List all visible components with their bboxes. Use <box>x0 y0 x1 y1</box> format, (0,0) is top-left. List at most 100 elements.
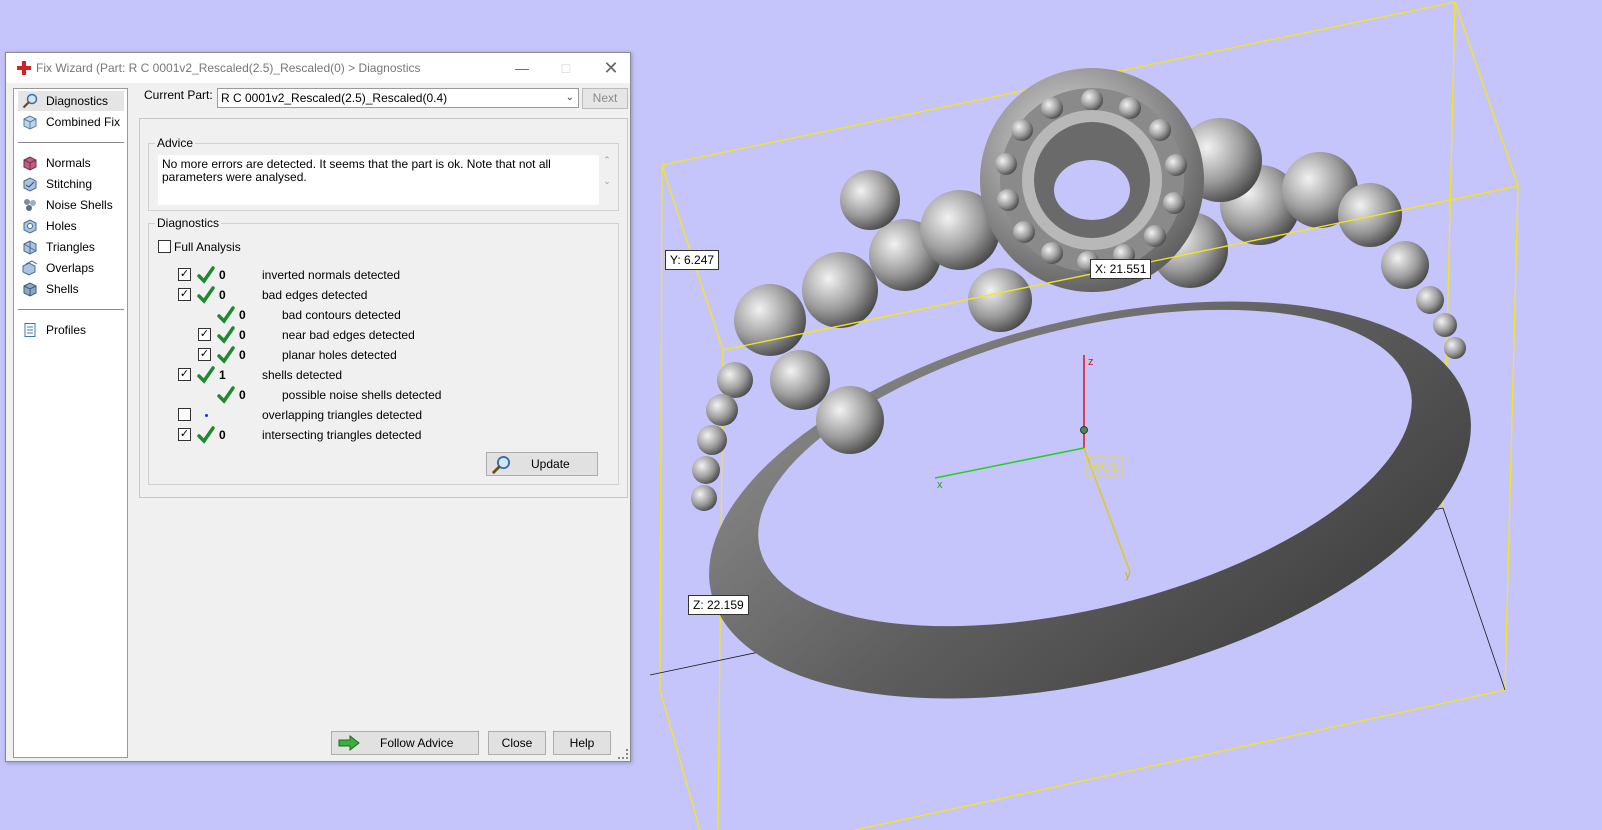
bad-edges-checkbox[interactable]: ✓ <box>178 288 191 301</box>
sidebar-item-noise-shells[interactable]: Noise Shells <box>18 195 124 215</box>
diagnostic-label: planar holes detected <box>282 348 397 362</box>
stitching-icon <box>23 177 37 192</box>
sidebar-item-label: Normals <box>46 156 91 170</box>
diagnostic-count: 0 <box>239 308 246 322</box>
pending-dot-icon <box>205 414 208 417</box>
axis-x-label: x <box>937 479 943 491</box>
current-part-select[interactable]: R C 0001v2_Rescaled(2.5)_Rescaled(0.4) ⌄ <box>217 88 579 108</box>
help-button[interactable]: Help <box>553 731 611 755</box>
sidebar-item-normals[interactable]: Normals <box>18 153 124 173</box>
current-part-value: R C 0001v2_Rescaled(2.5)_Rescaled(0.4) <box>221 91 448 105</box>
current-part-label: Current Part: <box>144 88 213 102</box>
diagnostic-label: inverted normals detected <box>262 268 401 282</box>
diagnostic-count: 0 <box>219 268 226 282</box>
advice-title: Advice <box>155 136 196 150</box>
magnifier-icon <box>22 93 38 109</box>
cube-icon <box>23 115 37 130</box>
check-ok-icon <box>217 326 235 344</box>
advice-scrollbar[interactable]: ⌃ ⌄ <box>600 155 614 205</box>
inverted-normals-checkbox[interactable]: ✓ <box>178 268 191 281</box>
sidebar-divider <box>18 142 124 143</box>
green-arrow-icon <box>338 735 360 751</box>
advice-group: Advice No more errors are detected. It s… <box>148 136 619 211</box>
close-button[interactable]: Close <box>488 731 546 755</box>
diagnostic-label: bad edges detected <box>262 288 368 302</box>
resize-grip-icon[interactable] <box>618 749 628 759</box>
diagnostic-label: possible noise shells detected <box>282 388 442 402</box>
update-button[interactable]: Update <box>486 452 598 476</box>
title-bar[interactable]: Fix Wizard (Part: R C 0001v2_Rescaled(2.… <box>6 53 630 83</box>
diagnostic-count: 0 <box>239 348 246 362</box>
x-dimension-label: X: 21.551 <box>1090 259 1152 279</box>
sidebar-item-profiles[interactable]: Profiles <box>18 320 124 340</box>
y-dimension-label: Y: 6.247 <box>665 250 720 270</box>
window-title: Fix Wizard (Part: R C 0001v2_Rescaled(2.… <box>36 61 421 75</box>
check-ok-icon <box>217 386 235 404</box>
follow-advice-label: Follow Advice <box>380 736 454 750</box>
diagnostics-group: Diagnostics Full Analysis ✓ 0 inverted n… <box>148 216 619 485</box>
check-ok-icon <box>197 286 215 304</box>
sidebar-item-stitching[interactable]: Stitching <box>18 174 124 194</box>
close-icon[interactable]: ✕ <box>591 56 631 80</box>
check-ok-icon <box>197 366 215 384</box>
check-ok-icon <box>217 346 235 364</box>
sidebar-item-label: Holes <box>46 219 77 233</box>
diagnostic-label: overlapping triangles detected <box>262 408 423 422</box>
ring-model[interactable] <box>668 68 1512 769</box>
minimize-icon[interactable]: — <box>502 56 542 80</box>
shells-checkbox[interactable]: ✓ <box>178 368 191 381</box>
full-analysis-checkbox[interactable] <box>158 240 171 253</box>
main-panel: Advice No more errors are detected. It s… <box>139 118 628 498</box>
check-ok-icon <box>197 266 215 284</box>
sidebar-item-shells[interactable]: Shells <box>18 279 124 299</box>
sidebar-item-overlaps[interactable]: Overlaps <box>18 258 124 278</box>
shells-icon <box>23 282 37 297</box>
sidebar-item-label: Overlaps <box>46 261 95 275</box>
diagnostic-count: 0 <box>219 288 226 302</box>
diagnostic-label: intersecting triangles detected <box>262 428 422 442</box>
triangles-icon <box>23 240 37 255</box>
sidebar: Diagnostics Combined Fix Normals Stitchi… <box>13 88 128 758</box>
z-dimension-label: Z: 22.159 <box>688 595 749 615</box>
diagnostic-label: near bad edges detected <box>282 328 415 342</box>
sidebar-divider <box>18 309 124 310</box>
axis-y-label: y <box>1125 569 1131 581</box>
diagnostic-count: 0 <box>219 428 226 442</box>
intersecting-triangles-checkbox[interactable]: ✓ <box>178 428 191 441</box>
update-label: Update <box>531 457 570 471</box>
fix-wizard-dialog: Fix Wizard (Part: R C 0001v2_Rescaled(2.… <box>5 52 631 762</box>
full-analysis-label: Full Analysis <box>174 240 241 254</box>
sidebar-item-label: Stitching <box>46 177 93 191</box>
maximize-icon[interactable]: □ <box>546 56 586 80</box>
red-cross-icon <box>17 61 31 75</box>
advice-text: No more errors are detected. It seems th… <box>158 155 599 205</box>
wcs-label: WCS <box>1090 460 1118 474</box>
document-icon <box>24 323 36 337</box>
axis-z-label: z <box>1088 356 1094 368</box>
holes-icon <box>23 219 37 234</box>
sidebar-item-label: Diagnostics <box>46 94 109 108</box>
chevron-down-icon: ⌄ <box>565 92 574 103</box>
check-ok-icon <box>197 426 215 444</box>
planar-holes-checkbox[interactable]: ✓ <box>198 348 211 361</box>
near-bad-edges-checkbox[interactable]: ✓ <box>198 328 211 341</box>
sidebar-item-combined-fix[interactable]: Combined Fix <box>18 112 124 132</box>
sidebar-item-diagnostics[interactable]: Diagnostics <box>18 91 124 111</box>
diagnostic-label: bad contours detected <box>282 308 401 322</box>
noise-shells-icon <box>24 199 36 211</box>
sidebar-item-label: Shells <box>46 282 79 296</box>
diagnostic-count: 1 <box>219 368 226 382</box>
diagnostic-count: 0 <box>239 328 246 342</box>
sidebar-item-label: Noise Shells <box>46 198 113 212</box>
overlaps-icon <box>22 260 38 276</box>
magnifier-icon <box>491 455 511 475</box>
next-button[interactable]: Next <box>582 88 628 109</box>
sidebar-item-triangles[interactable]: Triangles <box>18 237 124 257</box>
follow-advice-button[interactable]: Follow Advice <box>331 731 479 755</box>
diagnostic-label: shells detected <box>262 368 343 382</box>
sidebar-item-label: Combined Fix <box>46 115 121 129</box>
check-ok-icon <box>217 306 235 324</box>
overlapping-triangles-checkbox[interactable] <box>178 408 191 421</box>
diagnostics-title: Diagnostics <box>155 216 222 230</box>
sidebar-item-holes[interactable]: Holes <box>18 216 124 236</box>
